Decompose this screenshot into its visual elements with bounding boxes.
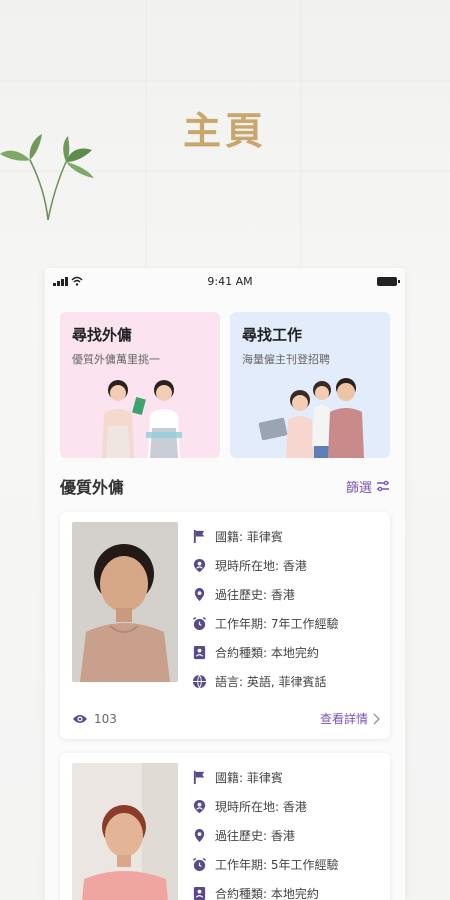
experience-text: 工作年期: 7年工作經驗 xyxy=(215,617,339,631)
history-text: 過往歷史: 香港 xyxy=(215,588,295,602)
section-header: 優質外傭 篩選 xyxy=(45,474,405,498)
alarm-clock-icon xyxy=(192,857,207,872)
info-contract: 合約種類: 本地完約 xyxy=(192,638,380,667)
signal-icon xyxy=(53,276,68,286)
helper-card[interactable]: 國籍: 菲律賓 現時所在地: 香港 過往歷史: 香港 工作年期: 7年工作經驗 … xyxy=(60,512,390,739)
banner-row: 尋找外傭 優質外傭萬里挑一 尋找工作 海量僱主刊登招聘 xyxy=(45,294,405,458)
contract-icon xyxy=(193,645,206,660)
find-helper-subtitle: 優質外傭萬里挑一 xyxy=(72,353,160,366)
person-pin-icon xyxy=(193,558,206,573)
wifi-icon xyxy=(71,276,83,286)
info-nationality: 國籍: 菲律賓 xyxy=(192,522,380,551)
filter-button[interactable]: 篩選 xyxy=(346,477,390,496)
filter-icon xyxy=(377,480,389,492)
chevron-right-icon xyxy=(373,713,380,724)
family-illustration xyxy=(258,378,364,458)
view-details-link[interactable]: 查看詳情 xyxy=(320,710,380,727)
contract-text: 合約種類: 本地完約 xyxy=(215,887,319,900)
experience-text: 工作年期: 5年工作經驗 xyxy=(215,858,339,872)
alarm-clock-icon xyxy=(192,616,207,631)
info-experience: 工作年期: 7年工作經驗 xyxy=(192,609,380,638)
contract-icon xyxy=(193,886,206,900)
find-helper-banner[interactable]: 尋找外傭 優質外傭萬里挑一 xyxy=(60,312,220,458)
info-history: 過往歷史: 香港 xyxy=(192,821,380,850)
helpers-illustration xyxy=(102,380,182,458)
view-count: 103 xyxy=(72,712,117,726)
location-text: 現時所在地: 香港 xyxy=(215,559,307,573)
status-bar: 9:41 AM xyxy=(45,268,405,294)
language-text: 語言: 英語, 菲律賓話 xyxy=(215,675,327,689)
status-time: 9:41 AM xyxy=(207,274,253,288)
find-job-subtitle: 海量僱主刊登招聘 xyxy=(242,353,330,366)
info-contract: 合約種類: 本地完約 xyxy=(192,879,380,900)
eye-icon xyxy=(73,714,87,723)
find-job-title: 尋找工作 xyxy=(242,326,303,344)
person-pin-icon xyxy=(193,799,206,814)
info-location: 現時所在地: 香港 xyxy=(192,792,380,821)
helper-photo xyxy=(72,522,178,682)
location-pin-icon xyxy=(194,587,205,602)
view-details-label: 查看詳情 xyxy=(319,712,368,726)
flag-icon xyxy=(193,529,205,544)
card-footer: 103 查看詳情 xyxy=(72,710,380,729)
phone-screen: 9:41 AM 尋找外傭 優質外傭萬里挑一 尋找工作 海量僱主刊登招聘 優質外傭… xyxy=(45,268,405,900)
info-location: 現時所在地: 香港 xyxy=(192,551,380,580)
location-pin-icon xyxy=(194,828,205,843)
helper-photo xyxy=(72,763,178,900)
hero-title: 主頁 xyxy=(182,109,267,153)
battery-icon xyxy=(377,276,400,286)
location-text: 現時所在地: 香港 xyxy=(215,800,307,814)
find-helper-title: 尋找外傭 xyxy=(72,326,133,344)
info-experience: 工作年期: 5年工作經驗 xyxy=(192,850,380,879)
contract-text: 合約種類: 本地完約 xyxy=(215,646,319,660)
globe-icon xyxy=(192,674,207,689)
helper-info: 國籍: 菲律賓 現時所在地: 香港 過往歷史: 香港 工作年期: 7年工作經驗 … xyxy=(192,522,380,696)
history-text: 過往歷史: 香港 xyxy=(215,829,295,843)
info-nationality: 國籍: 菲律賓 xyxy=(192,763,380,792)
find-job-banner[interactable]: 尋找工作 海量僱主刊登招聘 xyxy=(230,312,390,458)
filter-label: 篩選 xyxy=(345,480,372,496)
view-count-text: 103 xyxy=(94,711,117,726)
section-title: 優質外傭 xyxy=(60,478,125,497)
info-language: 語言: 英語, 菲律賓話 xyxy=(192,667,380,696)
helper-card[interactable]: 國籍: 菲律賓 現時所在地: 香港 過往歷史: 香港 工作年期: 5年工作經驗 … xyxy=(60,753,390,900)
helper-info: 國籍: 菲律賓 現時所在地: 香港 過往歷史: 香港 工作年期: 5年工作經驗 … xyxy=(192,763,380,900)
flag-icon xyxy=(193,770,205,785)
nationality-text: 國籍: 菲律賓 xyxy=(215,771,283,785)
info-history: 過往歷史: 香港 xyxy=(192,580,380,609)
nationality-text: 國籍: 菲律賓 xyxy=(215,530,283,544)
